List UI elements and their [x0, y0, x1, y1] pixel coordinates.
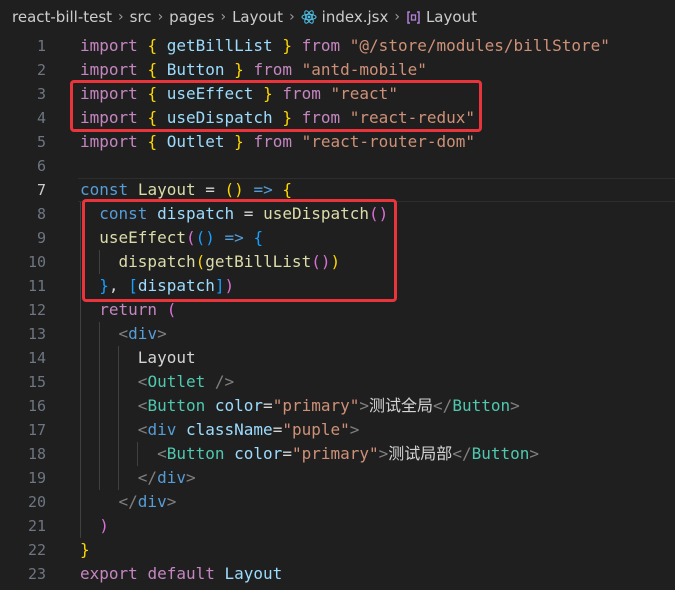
line-text: import { Outlet } from "react-router-dom…: [80, 132, 475, 151]
code-line: 23 export default Layout: [0, 562, 675, 586]
breadcrumb: react-bill-test › src › pages › Layout ›…: [0, 0, 675, 34]
breadcrumb-folder-src[interactable]: src: [130, 8, 152, 26]
chevron-right-icon: ›: [394, 9, 400, 25]
line-number: 11: [27, 277, 46, 295]
highlight-box-imports: [70, 80, 482, 132]
line-number: 17: [27, 421, 46, 439]
line-number: 8: [36, 205, 46, 223]
line-number: 10: [27, 253, 46, 271]
chevron-right-icon: ›: [220, 9, 227, 25]
line-number: 4: [36, 109, 46, 127]
line-number: 3: [36, 85, 46, 103]
code-line: 18 <Button color="primary">测试局部</Button>: [0, 442, 675, 466]
code-line: 21 ): [0, 514, 675, 538]
line-text: <Button color="primary">测试局部</Button>: [157, 444, 540, 463]
chevron-right-icon: ›: [157, 9, 164, 25]
breadcrumb-file[interactable]: index.jsx: [322, 8, 389, 26]
line-number: 23: [27, 565, 46, 583]
line-number: 13: [27, 325, 46, 343]
breadcrumb-folder-pages[interactable]: pages: [169, 8, 214, 26]
line-text: </div>: [137, 468, 196, 487]
line-number: 21: [27, 517, 46, 535]
line-text: import { getBillList } from "@/store/mod…: [80, 36, 610, 55]
line-text: <div>: [118, 324, 167, 343]
code-line: 16 <Button color="primary">测试全局</Button>: [0, 394, 675, 418]
line-text: <Button color="primary">测试全局</Button>: [137, 396, 520, 415]
line-text: ): [99, 516, 109, 535]
code-line: 2 import { Button } from "antd-mobile": [0, 58, 675, 82]
highlight-box-effect: [82, 199, 397, 302]
line-number: 20: [27, 493, 46, 511]
breadcrumb-folder-layout[interactable]: Layout: [232, 8, 283, 26]
code-line: 1 import { getBillList } from "@/store/m…: [0, 34, 675, 58]
code-line: 6: [0, 154, 675, 178]
line-number: 1: [36, 37, 46, 55]
line-text: <Outlet />: [137, 372, 235, 391]
code-line: 17 <div className="puple">: [0, 418, 675, 442]
line-number: 14: [27, 349, 46, 367]
line-text: <div className="puple">: [137, 420, 360, 439]
line-number: 9: [36, 229, 46, 247]
code-line: 22 }: [0, 538, 675, 562]
code-line: 14 Layout: [0, 346, 675, 370]
breadcrumb-symbol[interactable]: Layout: [426, 8, 477, 26]
line-text: Layout: [137, 348, 196, 367]
breadcrumb-project[interactable]: react-bill-test: [12, 8, 112, 26]
line-number: 12: [27, 301, 46, 319]
code-line: 20 </div>: [0, 490, 675, 514]
line-text: import { Button } from "antd-mobile": [80, 60, 427, 79]
code-line: 13 <div>: [0, 322, 675, 346]
chevron-right-icon: ›: [289, 9, 295, 25]
line-number: 22: [27, 541, 46, 559]
line-number: 16: [27, 397, 46, 415]
line-number: 15: [27, 373, 46, 391]
code-line: 15 <Outlet />: [0, 370, 675, 394]
chevron-right-icon: ›: [118, 9, 124, 25]
code-line: 5 import { Outlet } from "react-router-d…: [0, 130, 675, 154]
symbol-method-icon: [406, 10, 421, 25]
line-text: }: [80, 540, 90, 559]
line-number: 18: [27, 445, 46, 463]
line-number: 19: [27, 469, 46, 487]
react-icon: [301, 9, 317, 25]
line-number: 2: [36, 61, 46, 79]
code-line: 19 </div>: [0, 466, 675, 490]
line-text: export default Layout: [80, 564, 283, 583]
line-number: 6: [36, 157, 46, 175]
line-text: </div>: [118, 492, 177, 511]
line-number: 5: [36, 133, 46, 151]
line-number: 7: [36, 181, 46, 199]
